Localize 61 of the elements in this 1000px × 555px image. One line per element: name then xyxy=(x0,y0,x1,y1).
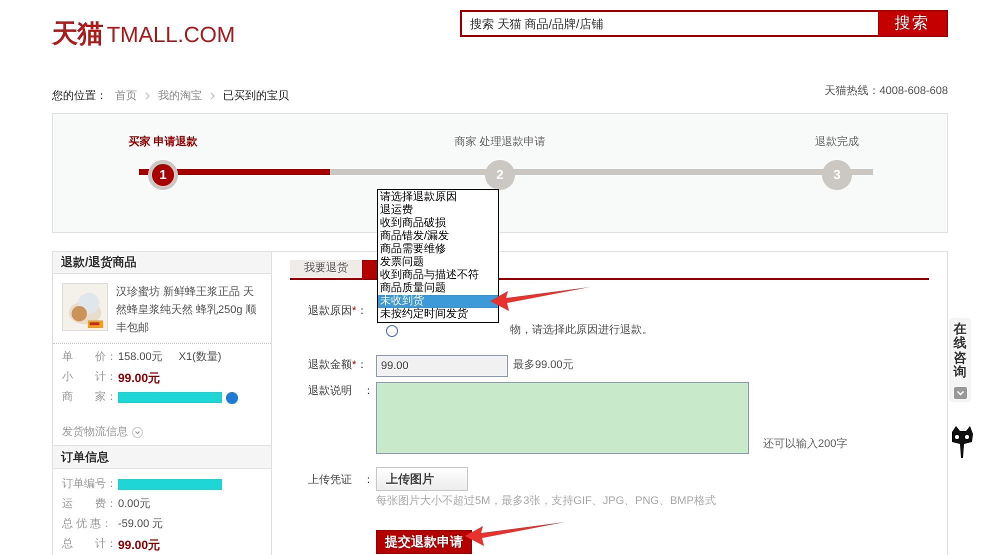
hotline-text: 天猫热线：4008-608-608 xyxy=(824,84,948,99)
dropdown-option[interactable]: 退运费 xyxy=(378,204,498,217)
dropdown-option[interactable]: 收到商品与描述不符 xyxy=(378,269,498,282)
description-field[interactable] xyxy=(376,382,749,454)
product-title[interactable]: 汉珍蜜坊 新鲜蜂王浆正品 天然蜂皇浆纯天然 蜂乳250g 顺丰包邮 xyxy=(116,282,262,336)
panel-header: 退款/退货商品 xyxy=(53,252,271,274)
field-value: 158.00元 xyxy=(118,350,163,366)
dropdown-option[interactable]: 发票问题 xyxy=(378,256,498,269)
dropdown-option[interactable]: 商品质量问题 xyxy=(378,282,498,295)
quantity-text: X1(数量) xyxy=(178,350,222,366)
field-value: 99.00元 xyxy=(118,370,160,386)
field-label: 小 计： xyxy=(62,370,118,386)
search-button[interactable]: 搜索 xyxy=(878,12,946,35)
chevron-icon xyxy=(145,92,150,100)
expand-icon[interactable] xyxy=(132,427,143,438)
hint-text: 物，请选择此原因进行退款。 xyxy=(510,323,653,338)
field-label: 总 优 惠： xyxy=(62,516,114,532)
tmall-logo[interactable]: 天猫TMALL.COM xyxy=(52,14,236,53)
max-amount-text: 最多99.00元 xyxy=(513,358,574,374)
breadcrumb-link[interactable]: 首页 xyxy=(115,88,137,104)
consult-label: 在线咨询 xyxy=(954,322,966,380)
dropdown-option[interactable]: 收到商品破损 xyxy=(378,217,498,230)
chevron-icon xyxy=(210,92,215,100)
field-label: 上传凭证 ： xyxy=(308,472,375,488)
tab[interactable]: 我要退货 xyxy=(290,260,362,278)
field-label: 退款说明 ： xyxy=(308,384,375,398)
chevron-down-icon[interactable] xyxy=(954,387,966,400)
search-field[interactable]: 搜索 天猫 商品/品牌/店铺 搜索 xyxy=(460,10,948,37)
step-label: 商家 处理退款申请 xyxy=(454,134,546,150)
amount-field[interactable]: 99.00 xyxy=(376,354,508,376)
dropdown-option[interactable]: 未按约定时间发货 xyxy=(378,308,498,321)
field-label: 总 计： xyxy=(62,537,118,552)
breadcrumb-label: 您的位置： xyxy=(52,89,107,104)
step-label: 退款完成 xyxy=(815,134,859,150)
field-label: 单 价： xyxy=(62,350,118,366)
online-consult-tab[interactable]: 在线咨询 xyxy=(949,318,971,402)
reason-dropdown[interactable]: 请选择退款原因 退运费 收到商品破损 商品错发/漏发 商品需要维修 发票问题 收到商品与描述不符 商品质量问题 未收到货 未按约定时间发货 xyxy=(377,189,499,323)
field-label: 退款金额*： xyxy=(308,358,368,374)
dropdown-option[interactable]: 商品错发/漏发 xyxy=(378,230,498,243)
field-label: 订单编号： xyxy=(62,477,118,492)
dropdown-option[interactable]: 请选择退款原因 xyxy=(378,191,498,204)
step-number: 3 xyxy=(822,160,852,190)
field-label: 运 费： xyxy=(62,497,118,512)
field-value: -59.00 元 xyxy=(118,517,164,532)
field-label: 退款原因*： xyxy=(308,304,368,320)
panel-header: 订单信息 xyxy=(53,444,271,468)
dropdown-option[interactable]: 商品需要维修 xyxy=(378,243,498,256)
field-label: 商 家： xyxy=(62,390,118,406)
upload-button[interactable]: 上传图片 xyxy=(376,466,468,490)
upload-hint: 每张图片大小不超过5M，最多3张，支持GIF、JPG、PNG、BMP格式 xyxy=(376,494,716,508)
remaining-count: 还可以输入200字 xyxy=(763,436,848,452)
step-number: 1 xyxy=(148,160,178,190)
field-value: 0.00元 xyxy=(118,497,150,512)
info-icon xyxy=(386,324,398,336)
field-value: 99.00元 xyxy=(118,536,160,554)
submit-button[interactable]: 提交退款申请 xyxy=(376,530,472,554)
step-label: 买家 申请退款 xyxy=(128,134,198,150)
step-number: 2 xyxy=(485,160,515,190)
chat-icon[interactable] xyxy=(226,392,238,404)
breadcrumb-link[interactable]: 已买到的宝贝 xyxy=(223,88,289,104)
breadcrumb-link[interactable]: 我的淘宝 xyxy=(158,88,202,104)
